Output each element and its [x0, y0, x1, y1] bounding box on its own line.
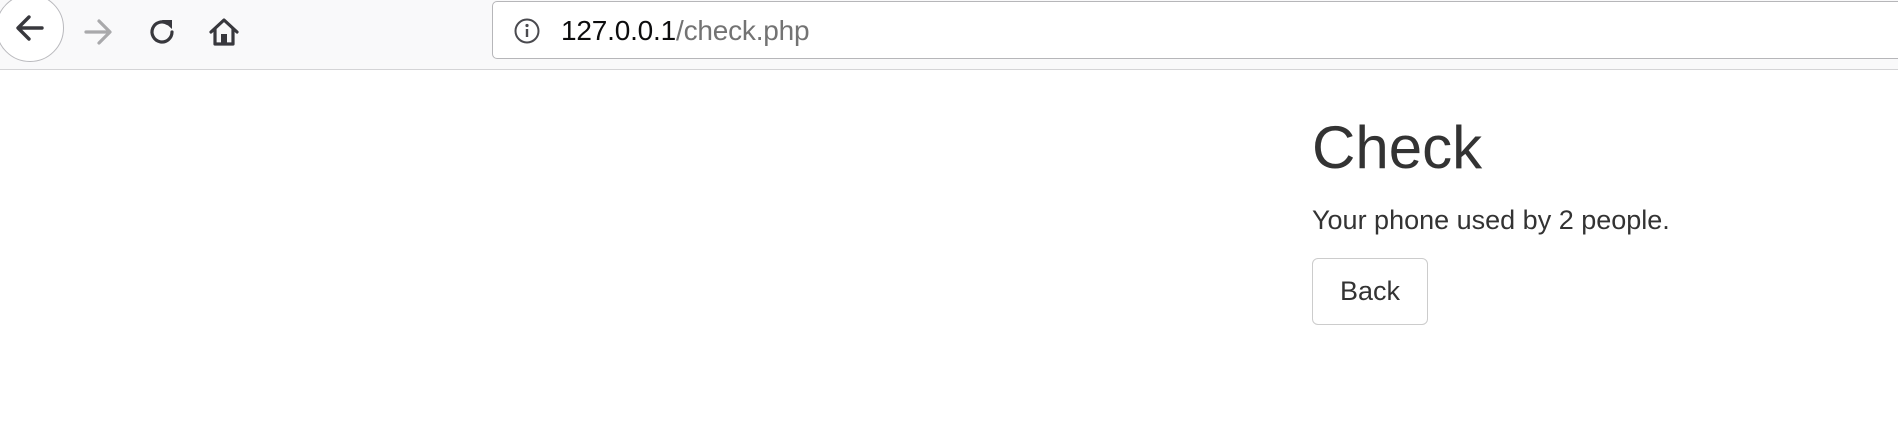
back-arrow-icon: [16, 15, 44, 41]
browser-toolbar: 127.0.0.1/check.php: [0, 0, 1898, 70]
forward-arrow-icon: [84, 19, 112, 45]
home-button[interactable]: [202, 10, 246, 54]
url-host: 127.0.0.1: [561, 15, 676, 46]
result-message: Your phone used by 2 people.: [1312, 205, 1670, 235]
back-button-browser[interactable]: [0, 0, 64, 62]
info-icon[interactable]: [513, 17, 541, 45]
address-bar[interactable]: 127.0.0.1/check.php: [492, 1, 1898, 59]
page-title: Check: [1312, 114, 1483, 181]
reload-button[interactable]: [140, 10, 184, 54]
reload-icon: [150, 20, 174, 44]
url-text[interactable]: 127.0.0.1/check.php: [561, 14, 810, 48]
back-button[interactable]: Back: [1312, 258, 1428, 325]
home-icon: [209, 18, 239, 46]
url-path: /check.php: [675, 15, 810, 46]
forward-button-browser[interactable]: [76, 10, 120, 54]
